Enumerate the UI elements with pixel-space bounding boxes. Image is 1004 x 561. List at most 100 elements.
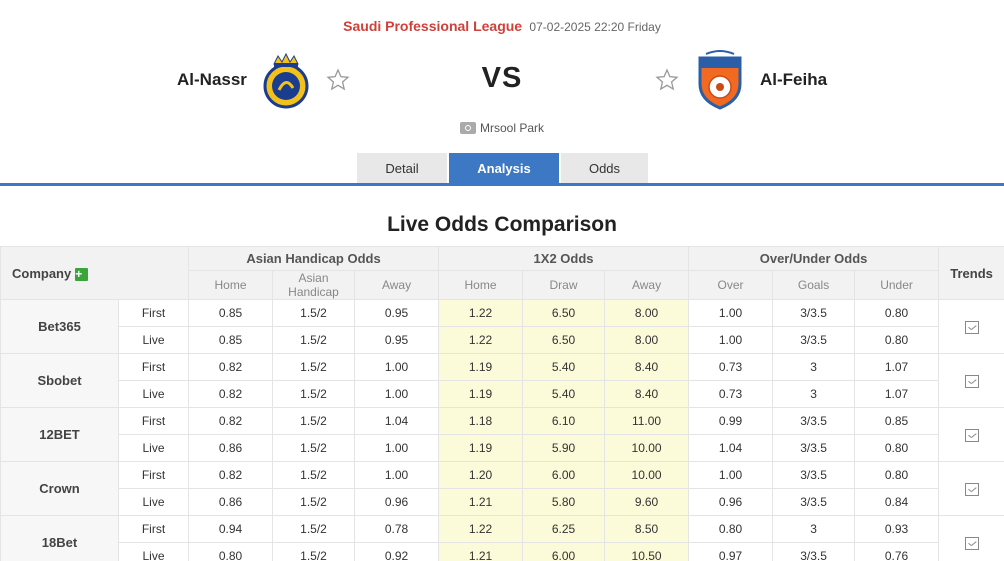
ou-odds-cell[interactable]: 0.93 <box>854 515 940 543</box>
ou-odds-cell[interactable]: 3 <box>772 353 856 381</box>
ou-odds-cell[interactable]: 0.80 <box>854 299 940 327</box>
ou-odds-cell[interactable]: 0.97 <box>688 542 774 561</box>
x12-odds-cell[interactable]: 10.00 <box>604 461 690 489</box>
x12-odds-cell[interactable]: 5.90 <box>522 434 606 462</box>
ah-odds-cell[interactable]: 0.85 <box>188 299 274 327</box>
x12-odds-cell[interactable]: 11.00 <box>604 407 690 435</box>
x12-odds-cell[interactable]: 8.00 <box>604 326 690 354</box>
x12-odds-cell[interactable]: 1.21 <box>438 488 524 516</box>
x12-odds-cell[interactable]: 6.00 <box>522 461 606 489</box>
x12-odds-cell[interactable]: 6.10 <box>522 407 606 435</box>
trend-chart-icon[interactable] <box>964 374 979 388</box>
ah-odds-cell[interactable]: 0.95 <box>354 326 440 354</box>
ou-odds-cell[interactable]: 1.07 <box>854 353 940 381</box>
ah-odds-cell[interactable]: 0.92 <box>354 542 440 561</box>
ou-odds-cell[interactable]: 0.80 <box>854 461 940 489</box>
table-row[interactable]: 12BET First 0.82 1.5/2 1.04 1.18 6.10 11.00 0.99… <box>0 407 1004 462</box>
ah-odds-cell[interactable]: 0.82 <box>188 407 274 435</box>
x12-odds-cell[interactable]: 5.40 <box>522 380 606 408</box>
al-feiha-logo-icon[interactable] <box>696 50 744 110</box>
table-row[interactable]: Sbobet First 0.82 1.5/2 1.00 1.19 5.40 8.40 0.73… <box>0 353 1004 408</box>
ou-odds-cell[interactable]: 3/3.5 <box>772 407 856 435</box>
ou-odds-cell[interactable]: 0.80 <box>854 326 940 354</box>
company-name[interactable]: Bet365 <box>0 299 119 354</box>
ah-odds-cell[interactable]: 1.5/2 <box>272 299 356 327</box>
ou-odds-cell[interactable]: 0.73 <box>688 353 774 381</box>
ah-odds-cell[interactable]: 1.5/2 <box>272 434 356 462</box>
ah-odds-cell[interactable]: 0.82 <box>188 461 274 489</box>
ou-odds-cell[interactable]: 0.84 <box>854 488 940 516</box>
ah-odds-cell[interactable]: 0.85 <box>188 326 274 354</box>
x12-odds-cell[interactable]: 10.00 <box>604 434 690 462</box>
ou-odds-cell[interactable]: 0.85 <box>854 407 940 435</box>
ah-odds-cell[interactable]: 1.5/2 <box>272 380 356 408</box>
ou-odds-cell[interactable]: 3/3.5 <box>772 299 856 327</box>
x12-odds-cell[interactable]: 1.21 <box>438 542 524 561</box>
ah-odds-cell[interactable]: 1.5/2 <box>272 407 356 435</box>
favorite-star-icon[interactable] <box>655 68 679 92</box>
ah-odds-cell[interactable]: 0.86 <box>188 434 274 462</box>
ou-odds-cell[interactable]: 3/3.5 <box>772 542 856 561</box>
ou-odds-cell[interactable]: 0.73 <box>688 380 774 408</box>
trend-chart-icon[interactable] <box>964 482 979 496</box>
tab-analysis[interactable]: Analysis <box>449 153 559 184</box>
table-row[interactable]: Live 0.82 1.5/2 1.00 1.19 5.40 8.40 0.73 3 1.07 <box>1 380 1004 408</box>
ah-odds-cell[interactable]: 0.78 <box>354 515 440 543</box>
ah-odds-cell[interactable]: 0.96 <box>354 488 440 516</box>
x12-odds-cell[interactable]: 10.50 <box>604 542 690 561</box>
company-name[interactable]: Sbobet <box>0 353 119 408</box>
trend-chart-icon[interactable] <box>964 428 979 442</box>
ah-odds-cell[interactable]: 1.5/2 <box>272 515 356 543</box>
ah-odds-cell[interactable]: 0.94 <box>188 515 274 543</box>
x12-odds-cell[interactable]: 8.00 <box>604 299 690 327</box>
x12-odds-cell[interactable]: 6.50 <box>522 326 606 354</box>
away-team-name[interactable]: Al-Feiha <box>760 70 827 90</box>
table-row[interactable]: Live 0.80 1.5/2 0.92 1.21 6.00 10.50 0.97 3/3.5 0… <box>1 542 1004 561</box>
x12-odds-cell[interactable]: 1.22 <box>438 326 524 354</box>
table-row[interactable]: Live 0.86 1.5/2 0.96 1.21 5.80 9.60 0.96 3/3.5 0.… <box>1 488 1004 516</box>
x12-odds-cell[interactable]: 6.00 <box>522 542 606 561</box>
table-row[interactable]: 18Bet First 0.94 1.5/2 0.78 1.22 6.25 8.50 0.80 3… <box>0 515 1004 561</box>
ah-odds-cell[interactable]: 1.00 <box>354 353 440 381</box>
x12-odds-cell[interactable]: 8.40 <box>604 353 690 381</box>
ou-odds-cell[interactable]: 0.96 <box>688 488 774 516</box>
x12-odds-cell[interactable]: 1.19 <box>438 353 524 381</box>
table-row[interactable]: Bet365 First 0.85 1.5/2 0.95 1.22 6.50 8.00 1.00… <box>0 299 1004 354</box>
ou-odds-cell[interactable]: 3/3.5 <box>772 434 856 462</box>
ou-odds-cell[interactable]: 3/3.5 <box>772 488 856 516</box>
ou-odds-cell[interactable]: 0.80 <box>854 434 940 462</box>
ou-odds-cell[interactable]: 1.00 <box>688 299 774 327</box>
ou-odds-cell[interactable]: 1.07 <box>854 380 940 408</box>
ou-odds-cell[interactable]: 0.99 <box>688 407 774 435</box>
x12-odds-cell[interactable]: 1.18 <box>438 407 524 435</box>
ah-odds-cell[interactable]: 0.95 <box>354 299 440 327</box>
ah-odds-cell[interactable]: 1.5/2 <box>272 353 356 381</box>
x12-odds-cell[interactable]: 1.19 <box>438 380 524 408</box>
x12-odds-cell[interactable]: 5.80 <box>522 488 606 516</box>
ou-odds-cell[interactable]: 3/3.5 <box>772 326 856 354</box>
ou-odds-cell[interactable]: 1.00 <box>688 461 774 489</box>
tab-detail[interactable]: Detail <box>357 153 447 184</box>
trend-chart-icon[interactable] <box>964 536 979 550</box>
x12-odds-cell[interactable]: 5.40 <box>522 353 606 381</box>
league-name[interactable]: Saudi Professional League <box>343 18 522 34</box>
trend-chart-icon[interactable] <box>964 320 979 334</box>
ah-odds-cell[interactable]: 1.5/2 <box>272 542 356 561</box>
ah-odds-cell[interactable]: 1.5/2 <box>272 461 356 489</box>
company-name[interactable]: 12BET <box>0 407 119 462</box>
ou-odds-cell[interactable]: 3/3.5 <box>772 461 856 489</box>
x12-odds-cell[interactable]: 1.20 <box>438 461 524 489</box>
tab-odds[interactable]: Odds <box>561 153 648 184</box>
add-company-icon[interactable]: + <box>75 267 89 281</box>
ou-odds-cell[interactable]: 1.04 <box>688 434 774 462</box>
x12-odds-cell[interactable]: 1.22 <box>438 515 524 543</box>
table-row[interactable]: Live 0.85 1.5/2 0.95 1.22 6.50 8.00 1.00 3/3.5 0.… <box>1 326 1004 354</box>
ah-odds-cell[interactable]: 0.80 <box>188 542 274 561</box>
x12-odds-cell[interactable]: 1.22 <box>438 299 524 327</box>
ah-odds-cell[interactable]: 1.00 <box>354 461 440 489</box>
ah-odds-cell[interactable]: 1.5/2 <box>272 326 356 354</box>
x12-odds-cell[interactable]: 6.50 <box>522 299 606 327</box>
x12-odds-cell[interactable]: 8.50 <box>604 515 690 543</box>
ah-odds-cell[interactable]: 1.00 <box>354 434 440 462</box>
ou-odds-cell[interactable]: 3 <box>772 515 856 543</box>
